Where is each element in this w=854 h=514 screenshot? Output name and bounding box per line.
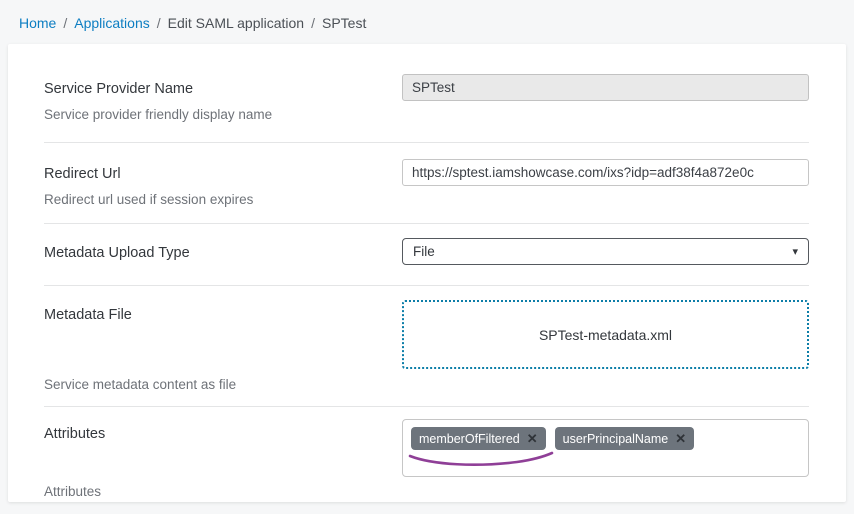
edit-saml-application-form: Service Provider Name Service provider f… (8, 44, 846, 502)
attribute-chip-label: userPrincipalName (563, 432, 669, 446)
service-provider-name-label: Service Provider Name (44, 81, 402, 97)
metadata-file-dropzone[interactable]: SPTest-metadata.xml (402, 300, 809, 369)
remove-attribute-icon[interactable]: ✕ (527, 432, 538, 445)
field-row-attributes: Attributes Attributes memberOfFiltered ✕… (44, 407, 809, 502)
field-row-service-provider-name: Service Provider Name Service provider f… (44, 44, 809, 143)
redirect-url-help: Redirect url used if session expires (44, 192, 402, 207)
service-provider-name-input[interactable] (402, 74, 809, 101)
breadcrumb-separator: / (63, 15, 67, 31)
attributes-input[interactable]: memberOfFiltered ✕ userPrincipalName ✕ (402, 419, 809, 477)
metadata-file-label: Metadata File (44, 307, 402, 323)
field-row-metadata-file: Metadata File Service metadata content a… (44, 286, 809, 407)
attributes-help: Attributes (44, 484, 402, 499)
redirect-url-input[interactable] (402, 159, 809, 186)
annotation-underline-purple (405, 451, 557, 469)
redirect-url-label: Redirect Url (44, 166, 402, 182)
remove-attribute-icon[interactable]: ✕ (675, 432, 686, 445)
breadcrumb-separator: / (157, 15, 161, 31)
breadcrumb-item-sptest: SPTest (322, 15, 366, 31)
metadata-upload-type-label: Metadata Upload Type (44, 245, 402, 261)
breadcrumb-link-home[interactable]: Home (19, 15, 56, 31)
service-provider-name-help: Service provider friendly display name (44, 107, 402, 122)
metadata-file-help: Service metadata content as file (44, 377, 402, 392)
chevron-down-icon: ▾ (792, 245, 798, 258)
metadata-upload-type-select[interactable]: File ▾ (402, 238, 809, 265)
metadata-file-name: SPTest-metadata.xml (539, 327, 672, 343)
field-row-redirect-url: Redirect Url Redirect url used if sessio… (44, 143, 809, 224)
breadcrumb-item-edit-saml-application: Edit SAML application (168, 15, 304, 31)
metadata-upload-type-value: File (413, 244, 435, 259)
attribute-chip-memberoffiltered: memberOfFiltered ✕ (411, 427, 546, 450)
breadcrumb: Home / Applications / Edit SAML applicat… (0, 0, 854, 44)
attributes-label: Attributes (44, 426, 402, 442)
attribute-chip-userprincipalname: userPrincipalName ✕ (555, 427, 695, 450)
attribute-chip-label: memberOfFiltered (419, 432, 520, 446)
breadcrumb-link-applications[interactable]: Applications (74, 15, 150, 31)
breadcrumb-separator: / (311, 15, 315, 31)
field-row-metadata-upload-type: Metadata Upload Type File ▾ (44, 224, 809, 286)
